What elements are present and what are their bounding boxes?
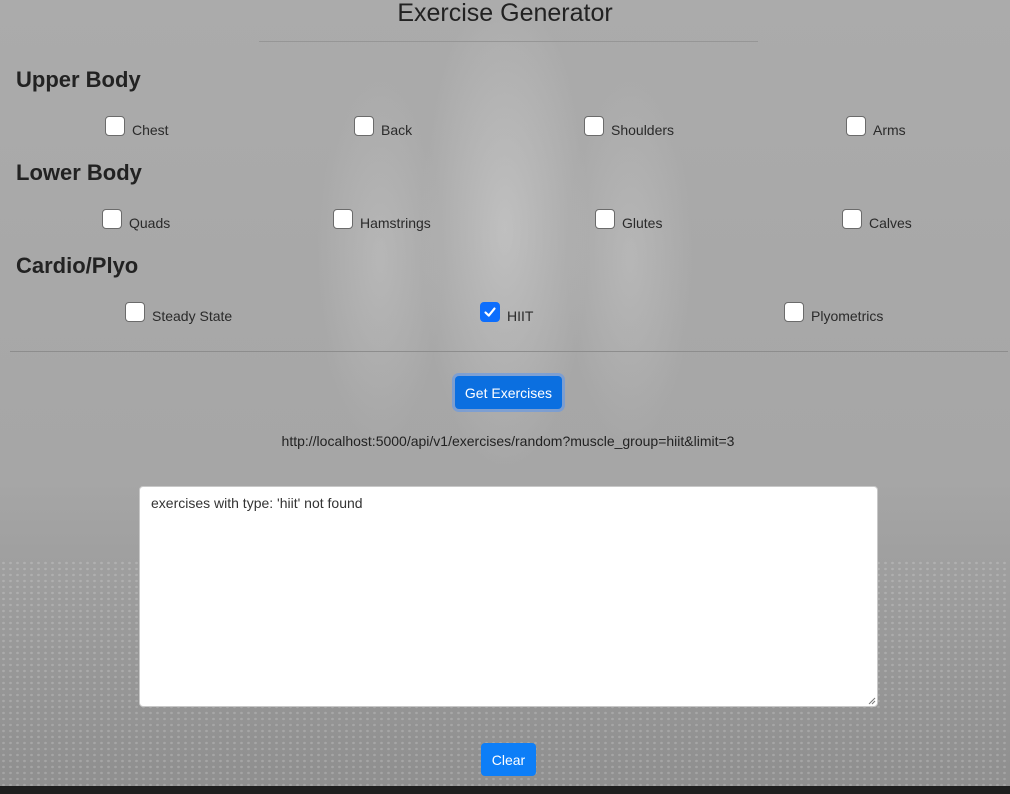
checkbox-chest-label: Chest [132, 122, 169, 138]
checkbox-back[interactable]: Back [354, 116, 413, 138]
checkbox-back-label: Back [381, 122, 413, 138]
checkbox-plyometrics[interactable]: Plyometrics [784, 302, 884, 324]
checkbox-arms[interactable]: Arms [846, 116, 906, 138]
checkbox-hiit-label: HIIT [507, 308, 534, 324]
checkbox-glutes[interactable]: Glutes [595, 209, 663, 231]
checkbox-chest-box[interactable] [105, 116, 125, 136]
checkbox-steady-state[interactable]: Steady State [125, 302, 233, 324]
checkbox-arms-box[interactable] [846, 116, 866, 136]
checkmark-icon [484, 307, 496, 317]
checkbox-hamstrings[interactable]: Hamstrings [333, 209, 431, 231]
checkbox-back-box[interactable] [354, 116, 374, 136]
checkbox-plyometrics-label: Plyometrics [811, 308, 884, 324]
checkbox-shoulders[interactable]: Shoulders [584, 116, 675, 138]
checkbox-shoulders-box[interactable] [584, 116, 604, 136]
checkbox-plyometrics-box[interactable] [784, 302, 804, 322]
checkbox-hamstrings-label: Hamstrings [360, 215, 431, 231]
section-divider [10, 351, 1008, 352]
checkbox-shoulders-label: Shoulders [611, 122, 675, 138]
checkbox-calves-box[interactable] [842, 209, 862, 229]
checkbox-hiit-box[interactable] [480, 302, 500, 322]
checkbox-steady-state-label: Steady State [152, 308, 233, 324]
upper-body-heading: Upper Body [16, 67, 141, 92]
lower-body-heading: Lower Body [16, 160, 142, 185]
title-divider [259, 41, 758, 42]
clear-button[interactable]: Clear [481, 743, 536, 776]
results-textarea[interactable]: exercises with type: 'hiit' not found [139, 486, 878, 707]
request-url-text: http://localhost:5000/api/v1/exercises/r… [281, 433, 735, 449]
checkbox-hamstrings-box[interactable] [333, 209, 353, 229]
checkbox-chest[interactable]: Chest [105, 116, 169, 138]
checkbox-quads[interactable]: Quads [102, 209, 171, 231]
checkbox-quads-label: Quads [129, 215, 171, 231]
get-exercises-button[interactable]: Get Exercises [455, 376, 562, 409]
checkbox-steady-state-box[interactable] [125, 302, 145, 322]
page-title: Exercise Generator [397, 0, 613, 27]
checkbox-glutes-label: Glutes [622, 215, 663, 231]
cardio-plyo-heading: Cardio/Plyo [16, 253, 139, 278]
checkbox-glutes-box[interactable] [595, 209, 615, 229]
checkbox-hiit[interactable]: HIIT [480, 302, 534, 324]
checkbox-arms-label: Arms [873, 122, 906, 138]
main-content: Exercise Generator Upper Body Chest Back… [0, 0, 1010, 794]
checkbox-calves-label: Calves [869, 215, 912, 231]
resize-grip-icon[interactable] [868, 697, 876, 705]
checkbox-quads-box[interactable] [102, 209, 122, 229]
checkbox-calves[interactable]: Calves [842, 209, 912, 231]
